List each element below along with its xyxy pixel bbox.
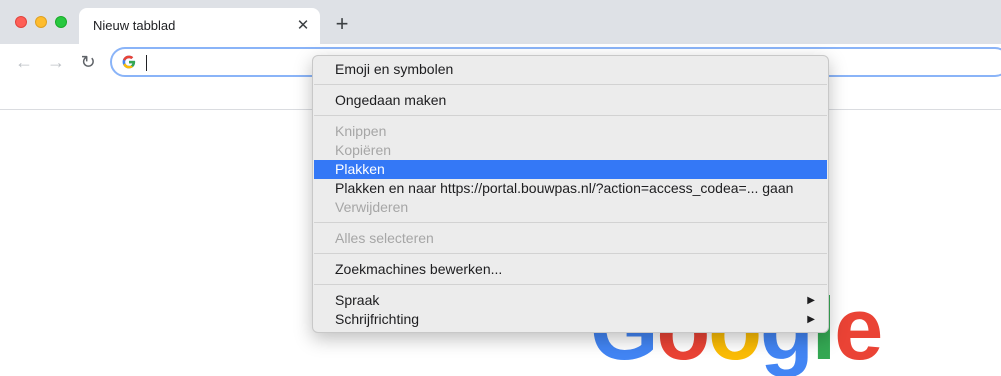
minimize-window-button[interactable] (35, 16, 47, 28)
menu-item-speech[interactable]: Spraak ▶ (314, 291, 827, 310)
menu-item-writing-direction[interactable]: Schrijfrichting ▶ (314, 310, 827, 329)
new-tab-button[interactable]: + (332, 13, 352, 35)
browser-window: Nieuw tabblad ✕ + ← → ↻ Google Emoji en … (0, 0, 1001, 376)
context-menu: Emoji en symbolen Ongedaan maken Knippen… (312, 55, 829, 333)
zoom-window-button[interactable] (55, 16, 67, 28)
tab-close-icon[interactable]: ✕ (294, 17, 312, 35)
submenu-arrow-icon: ▶ (807, 314, 815, 325)
menu-separator (314, 115, 827, 116)
menu-item-paste[interactable]: Plakken (314, 160, 827, 179)
forward-arrow-icon[interactable]: → (44, 50, 68, 74)
back-arrow-icon[interactable]: ← (12, 50, 36, 74)
tab-new-tab[interactable]: Nieuw tabblad ✕ (79, 8, 320, 44)
google-logo-letter: e (834, 279, 883, 376)
text-caret (146, 55, 147, 71)
menu-separator (314, 222, 827, 223)
tab-title: Nieuw tabblad (93, 18, 176, 33)
reload-icon[interactable]: ↻ (76, 50, 100, 74)
menu-separator (314, 84, 827, 85)
menu-item-emoji[interactable]: Emoji en symbolen (314, 60, 827, 79)
menu-separator (314, 253, 827, 254)
menu-item-select-all: Alles selecteren (335, 230, 434, 246)
menu-item-cut: Knippen (335, 123, 387, 139)
menu-item-label: Spraak (335, 292, 380, 308)
menu-item-edit-search-engines[interactable]: Zoekmachines bewerken... (314, 260, 827, 279)
menu-item-label: Schrijfrichting (335, 311, 420, 327)
submenu-arrow-icon: ▶ (807, 295, 815, 306)
menu-item-undo[interactable]: Ongedaan maken (314, 91, 827, 110)
google-g-icon (122, 55, 136, 69)
close-window-button[interactable] (15, 16, 27, 28)
menu-item-paste-and-go[interactable]: Plakken en naar https://portal.bouwpas.n… (314, 179, 827, 198)
tab-strip: Nieuw tabblad ✕ + (0, 0, 1001, 44)
menu-item-copy: Kopiëren (335, 142, 392, 158)
menu-separator (314, 284, 827, 285)
menu-item-delete: Verwijderen (335, 199, 409, 215)
